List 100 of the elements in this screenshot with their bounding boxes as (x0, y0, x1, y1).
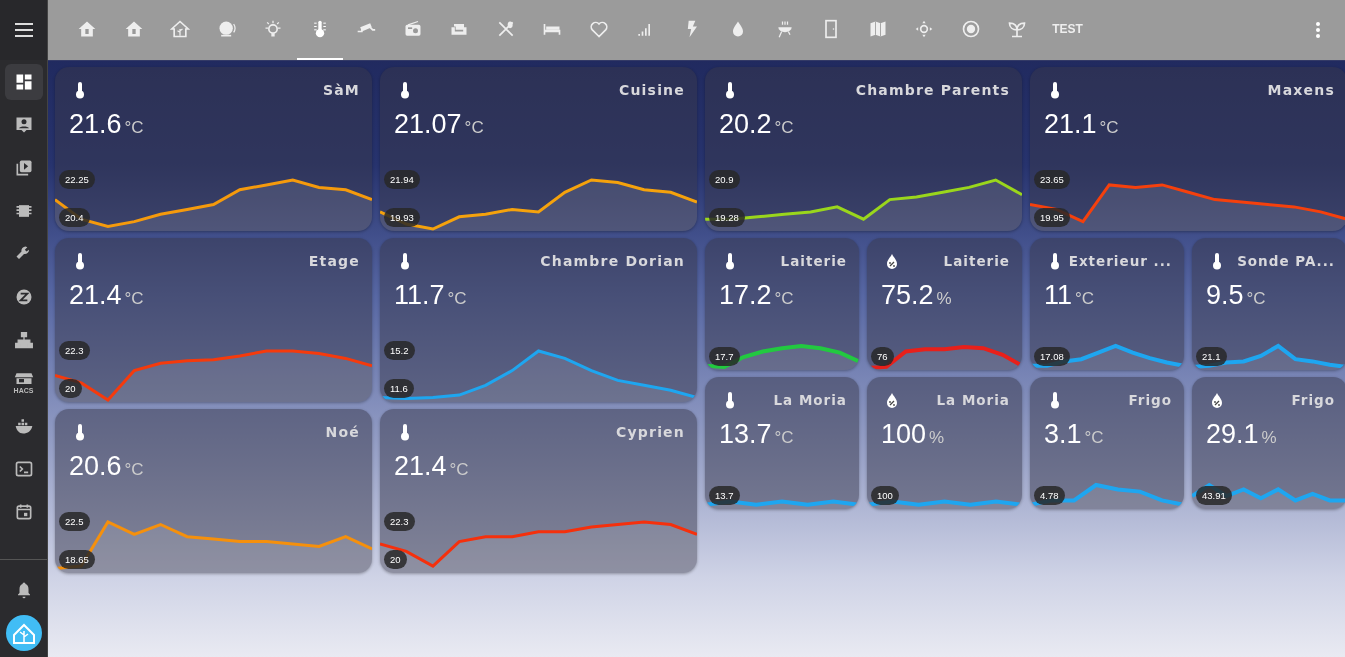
sensor-card[interactable]: La Moria 13.7°C 13.7 (705, 377, 859, 509)
sidebar-item[interactable] (4, 64, 43, 100)
sensor-name: Maxens (1267, 82, 1335, 98)
sensor-value: 100 (881, 419, 927, 450)
sensor-value: 21.4 (69, 280, 122, 311)
unit-label: °C (124, 118, 144, 138)
sensor-name: Sonde PA... (1237, 253, 1335, 269)
thermometer-icon (723, 252, 737, 270)
sensor-value: 29.1 (1206, 419, 1259, 450)
network-icon (13, 330, 34, 350)
sensor-value: 11.7 (394, 280, 445, 311)
user-avatar[interactable] (5, 615, 42, 651)
range-label: 22.5 (59, 512, 90, 531)
sensor-card[interactable]: Frigo 29.1% 43.91 (1192, 377, 1345, 509)
sensor-card[interactable]: Etage 21.4°C 22.3 20 (55, 238, 372, 402)
humidity-drop-icon (885, 391, 899, 409)
range-label: 18.65 (59, 550, 95, 569)
sensor-card[interactable]: SàM 21.6°C 22.25 20.4 (55, 67, 372, 231)
menu-icon (14, 23, 33, 37)
range-label: 20.9 (709, 170, 740, 189)
sensor-value: 21.4 (394, 451, 447, 482)
range-label: 43.91 (1196, 486, 1232, 505)
whale-icon (13, 416, 34, 436)
range-label: 20.4 (59, 208, 90, 227)
sensor-value: 17.2 (719, 280, 772, 311)
sensor-card[interactable]: Laiterie 75.2% 76 (867, 238, 1022, 370)
sensor-card[interactable]: Cyprien 21.4°C 22.3 20 (380, 409, 697, 573)
sensor-name: SàM (322, 82, 360, 98)
unit-label: °C (1099, 118, 1119, 138)
sensor-value: 11 (1044, 280, 1073, 311)
thermometer-icon (398, 423, 412, 441)
range-label: 22.3 (384, 512, 415, 531)
sensor-name: Frigo (1291, 392, 1335, 408)
unit-label: °C (124, 460, 144, 480)
unit-label: °C (464, 118, 484, 138)
sensor-card[interactable]: Sonde PA... 9.5°C 21.1 (1192, 238, 1345, 370)
more-icon (1316, 22, 1320, 38)
range-label: 19.28 (709, 208, 745, 227)
thermometer-icon (398, 252, 412, 270)
unit-label: °C (1075, 289, 1095, 309)
sensor-name: Chambre Parents (855, 82, 1010, 98)
sensor-name: Laiterie (943, 253, 1010, 269)
unit-label: % (1261, 428, 1277, 448)
sensor-card[interactable]: Noé 20.6°C 22.5 18.65 (55, 409, 372, 573)
thermometer-icon (73, 81, 87, 99)
terminal-icon (13, 459, 34, 479)
unit-label: °C (124, 289, 144, 309)
unit-label: % (936, 289, 952, 309)
sensor-card[interactable]: Laiterie 17.2°C 17.7 (705, 238, 859, 370)
radio-icon (402, 19, 423, 39)
range-label: 13.7 (709, 486, 740, 505)
sensor-value: 21.07 (394, 109, 462, 140)
sensor-card[interactable]: Chambre Dorian 11.7°C 15.2 11.6 (380, 238, 697, 402)
thermometer-icon (723, 391, 737, 409)
thermometer-icon (1048, 81, 1062, 99)
home-one-icon (123, 19, 144, 39)
thermometer-icon (723, 81, 737, 99)
unit-label: °C (774, 118, 794, 138)
sensor-name: Exterieur ... (1068, 253, 1172, 269)
sensor-value: 3.1 (1044, 419, 1082, 450)
range-label: 21.94 (384, 170, 420, 189)
unit-label: °C (1084, 428, 1104, 448)
sun-icon (914, 19, 935, 39)
sensor-value: 75.2 (881, 280, 934, 311)
sensor-value: 21.1 (1044, 109, 1097, 140)
unit-label: % (929, 428, 945, 448)
humidity-drop-icon (1210, 391, 1224, 409)
thermometer-icon (1210, 252, 1224, 270)
sensor-name: La Moria (936, 392, 1010, 408)
unit-label: °C (447, 289, 467, 309)
sensor-name: Cuisine (618, 82, 685, 98)
heart-icon (588, 19, 609, 39)
lightbulb-icon (263, 19, 284, 39)
thermometer-icon (73, 423, 87, 441)
sensor-value: 21.6 (69, 109, 122, 140)
sensor-card[interactable]: Exterieur ... 11°C 17.08 (1030, 238, 1184, 370)
sensor-card[interactable]: Frigo 3.1°C 4.78 (1030, 377, 1184, 509)
thermometer-icon (1048, 391, 1062, 409)
thermometer-icon (398, 81, 412, 99)
range-label: 17.08 (1034, 347, 1070, 366)
range-label: 22.3 (59, 341, 90, 360)
map-icon (867, 19, 888, 39)
sprout-icon (1007, 19, 1028, 39)
sensor-card[interactable]: Maxens 21.1°C 23.65 19.95 (1030, 67, 1345, 231)
thermometer-icon (73, 252, 87, 270)
sensor-card[interactable]: Cuisine 21.07°C 21.94 19.93 (380, 67, 697, 231)
sensor-name: La Moria (773, 392, 847, 408)
sensor-value: 13.7 (719, 419, 772, 450)
range-label: 23.65 (1034, 170, 1070, 189)
range-label: 22.25 (59, 170, 95, 189)
unit-label: °C (774, 428, 794, 448)
home-zero-icon (77, 19, 98, 39)
sensor-card[interactable]: La Moria 100% 100 (867, 377, 1022, 509)
range-label: 19.95 (1034, 208, 1070, 227)
sensor-value: 9.5 (1206, 280, 1244, 311)
sensor-card[interactable]: Chambre Parents 20.2°C 20.9 19.28 (705, 67, 1022, 231)
unit-label: °C (449, 460, 469, 480)
sensor-name: Noé (325, 424, 360, 440)
humidity-drop-icon (885, 252, 899, 270)
sensor-name: Etage (308, 253, 360, 269)
